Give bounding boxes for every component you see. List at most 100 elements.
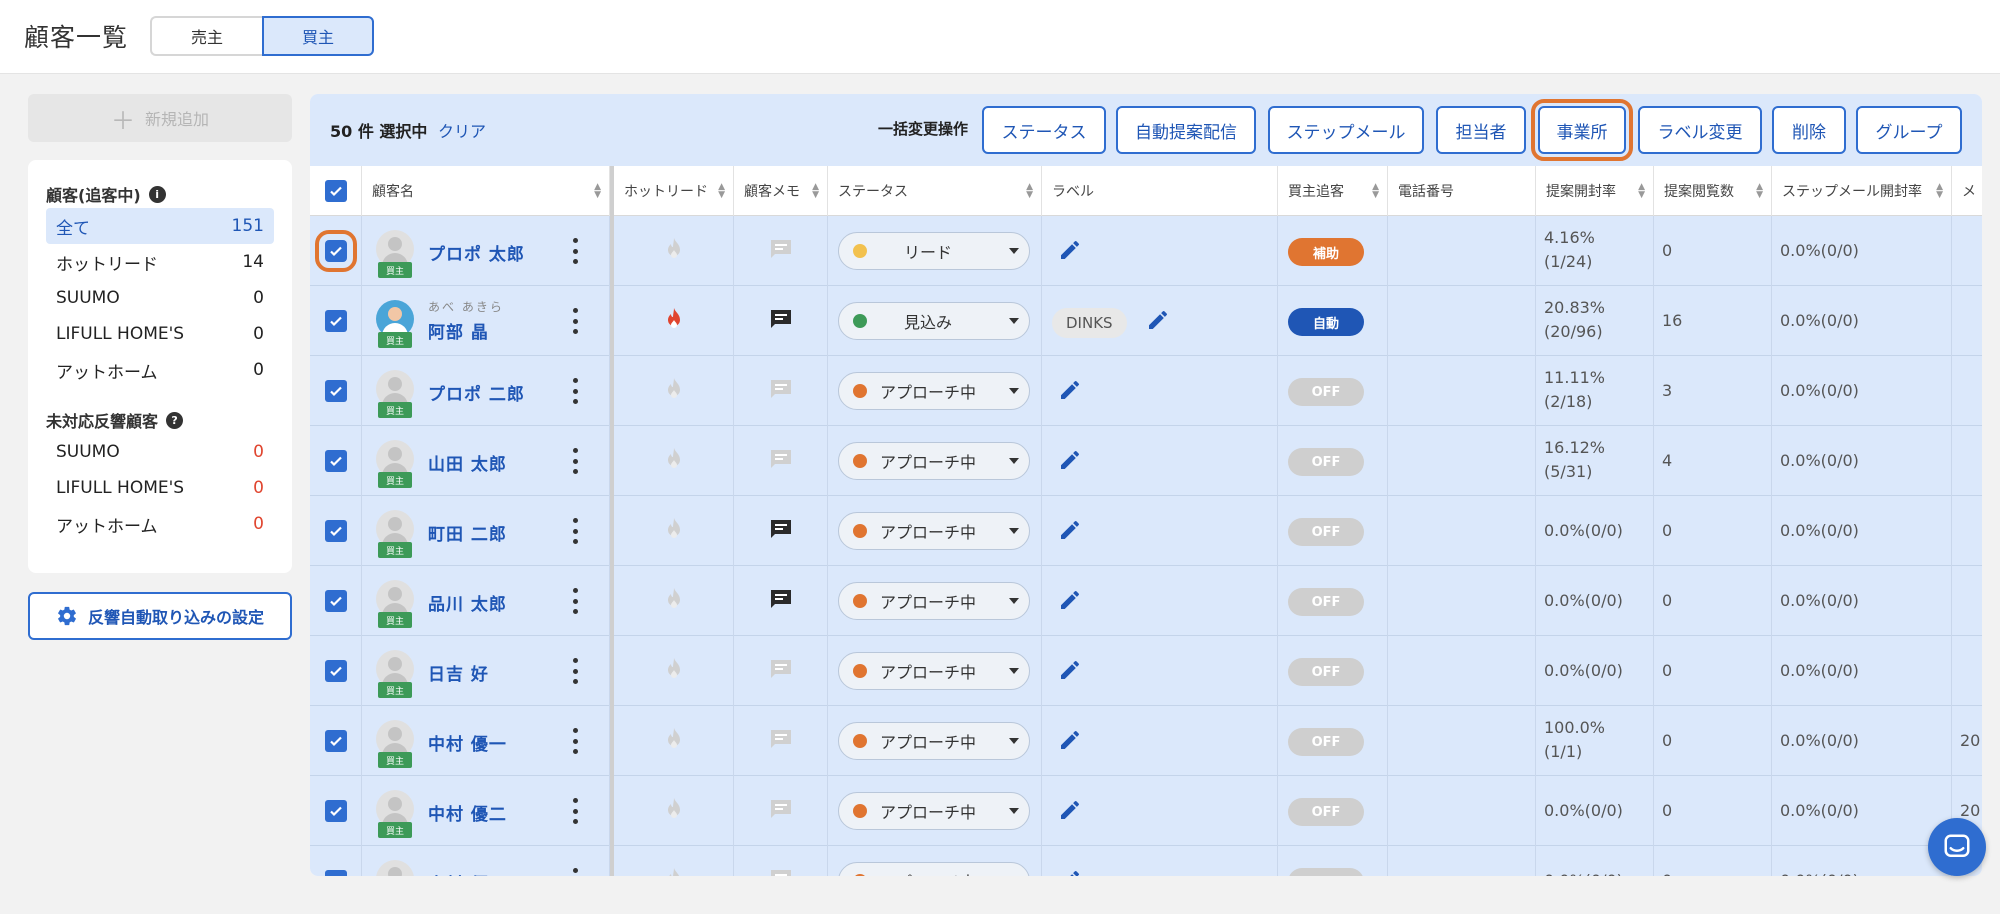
info-icon[interactable]: i — [148, 185, 166, 203]
status-select[interactable]: アプローチ中 — [838, 792, 1030, 830]
pencil-icon[interactable] — [1058, 448, 1082, 476]
row-checkbox[interactable] — [324, 660, 347, 682]
flame-icon[interactable] — [664, 587, 684, 615]
memo-icon[interactable] — [769, 868, 793, 876]
pencil-icon[interactable] — [1058, 518, 1082, 546]
more-menu-icon[interactable] — [572, 868, 578, 876]
flame-icon[interactable] — [664, 517, 684, 545]
flame-icon[interactable] — [664, 657, 684, 685]
customer-name-link[interactable]: 町田 二郎 — [428, 520, 507, 545]
customer-name-link[interactable]: 中村 優三 — [428, 870, 507, 876]
customer-name-link[interactable]: 品川 太郎 — [428, 590, 507, 615]
status-select[interactable]: アプローチ中 — [838, 582, 1030, 620]
row-checkbox[interactable] — [324, 450, 347, 472]
bulk-group-button[interactable]: グループ — [1856, 106, 1962, 154]
chat-button[interactable] — [1928, 818, 1986, 876]
row-checkbox[interactable] — [324, 520, 347, 542]
select-all-checkbox[interactable] — [324, 180, 347, 202]
table-row[interactable]: 買主 日吉 好 アプローチ中 OFF 0.0%(0/0) 0 0.0%(0/0) — [310, 636, 1982, 706]
help-icon[interactable]: ? — [166, 411, 184, 429]
flame-icon[interactable] — [664, 447, 684, 475]
status-select[interactable]: リード — [838, 232, 1030, 270]
more-menu-icon[interactable] — [572, 728, 578, 754]
row-checkbox[interactable] — [324, 310, 347, 332]
more-menu-icon[interactable] — [572, 308, 578, 334]
more-menu-icon[interactable] — [572, 378, 578, 404]
customer-name-link[interactable]: 日吉 好 — [428, 660, 489, 685]
tracking-toggle[interactable]: OFF — [1288, 658, 1364, 686]
tracking-toggle[interactable]: OFF — [1288, 378, 1364, 406]
sidebar-item[interactable]: アットホーム 0 — [46, 506, 274, 542]
import-settings-button[interactable]: 反響自動取り込みの設定 — [28, 592, 292, 640]
tracking-toggle[interactable]: OFF — [1288, 728, 1364, 756]
flame-icon[interactable] — [664, 377, 684, 405]
col-open-rate[interactable]: 提案開封率 ▲ ▼ — [1536, 166, 1654, 216]
row-checkbox[interactable] — [324, 730, 347, 752]
bulk-label-change-button[interactable]: ラベル変更 — [1638, 106, 1762, 154]
pencil-icon[interactable] — [1058, 798, 1082, 826]
sidebar-item[interactable]: 全て 151 — [46, 208, 274, 244]
row-checkbox[interactable] — [324, 800, 347, 822]
customer-name-link[interactable]: 中村 優一 — [428, 730, 507, 755]
flame-icon[interactable] — [664, 237, 684, 265]
customer-name-link[interactable]: プロポ 太郎 — [428, 240, 525, 265]
more-menu-icon[interactable] — [572, 238, 578, 264]
col-memo[interactable]: 顧客メモ ▲ ▼ — [734, 166, 828, 216]
tracking-toggle[interactable]: 補助 — [1288, 238, 1364, 266]
status-select[interactable]: アプローチ中 — [838, 372, 1030, 410]
table-row[interactable]: 買主 中村 優二 アプローチ中 OFF 0.0%(0/0) 0 0.0%(0/0) 20 — [310, 776, 1982, 846]
row-checkbox[interactable] — [314, 230, 357, 272]
memo-icon[interactable] — [769, 798, 793, 824]
status-select[interactable]: アプローチ中 — [838, 862, 1030, 876]
memo-icon[interactable] — [769, 238, 793, 264]
col-hot-lead[interactable]: ホットリード ▲ ▼ — [614, 166, 734, 216]
sidebar-item[interactable]: アットホーム 0 — [46, 352, 274, 388]
table-row[interactable]: 買主 町田 二郎 アプローチ中 OFF 0.0%(0/0) 0 0.0%(0/0) — [310, 496, 1982, 566]
more-menu-icon[interactable] — [572, 588, 578, 614]
pencil-icon[interactable] — [1058, 658, 1082, 686]
more-menu-icon[interactable] — [572, 798, 578, 824]
status-select[interactable]: 見込み — [838, 302, 1030, 340]
customer-name-link[interactable]: 山田 太郎 — [428, 450, 507, 475]
pencil-icon[interactable] — [1058, 378, 1082, 406]
col-step-rate[interactable]: ステップメール開封率 ▲ ▼ — [1772, 166, 1952, 216]
tracking-toggle[interactable]: 自動 — [1288, 308, 1364, 336]
customer-name-link[interactable]: プロポ 二郎 — [428, 380, 525, 405]
more-menu-icon[interactable] — [572, 448, 578, 474]
flame-icon[interactable] — [664, 727, 684, 755]
sidebar-item[interactable]: LIFULL HOME'S 0 — [46, 470, 274, 506]
status-select[interactable]: アプローチ中 — [838, 652, 1030, 690]
table-row[interactable]: 買主 プロポ 太郎 リード 補助 4.16% (1/24) 0 0.0%(0/0) — [310, 216, 1982, 286]
more-menu-icon[interactable] — [572, 658, 578, 684]
bulk-status-button[interactable]: ステータス — [982, 106, 1106, 154]
more-menu-icon[interactable] — [572, 518, 578, 544]
bulk-delete-button[interactable]: 削除 — [1772, 106, 1846, 154]
pencil-icon[interactable] — [1058, 728, 1082, 756]
flame-icon[interactable] — [664, 307, 684, 335]
pencil-icon[interactable] — [1058, 588, 1082, 616]
table-row[interactable]: 買主 品川 太郎 アプローチ中 OFF 0.0%(0/0) 0 0.0%(0/0) — [310, 566, 1982, 636]
table-row[interactable]: 買主 プロポ 二郎 アプローチ中 OFF 11.11% (2/18) 3 0.0%(0/0) — [310, 356, 1982, 426]
col-status[interactable]: ステータス ▲ ▼ — [828, 166, 1042, 216]
row-checkbox[interactable] — [324, 590, 347, 612]
sidebar-item[interactable]: SUUMO 0 — [46, 434, 274, 470]
status-select[interactable]: アプローチ中 — [838, 442, 1030, 480]
tab-seller[interactable]: 売主 — [150, 16, 262, 56]
flame-icon[interactable] — [664, 797, 684, 825]
tab-buyer[interactable]: 買主 — [262, 16, 374, 56]
memo-icon[interactable] — [769, 588, 793, 614]
bulk-auto-proposal-button[interactable]: 自動提案配信 — [1116, 106, 1256, 154]
status-select[interactable]: アプローチ中 — [838, 512, 1030, 550]
col-name[interactable]: 顧客名 ▲ ▼ — [362, 166, 610, 216]
memo-icon[interactable] — [769, 378, 793, 404]
bulk-assignee-button[interactable]: 担当者 — [1436, 106, 1526, 154]
row-checkbox[interactable] — [324, 380, 347, 402]
col-views[interactable]: 提案閲覧数 ▲ ▼ — [1654, 166, 1772, 216]
memo-icon[interactable] — [769, 658, 793, 684]
tracking-toggle[interactable]: OFF — [1288, 868, 1364, 876]
memo-icon[interactable] — [769, 448, 793, 474]
sidebar-item[interactable]: ホットリード 14 — [46, 244, 274, 280]
pencil-icon[interactable] — [1058, 238, 1082, 266]
tracking-toggle[interactable]: OFF — [1288, 588, 1364, 616]
sidebar-item[interactable]: SUUMO 0 — [46, 280, 274, 316]
